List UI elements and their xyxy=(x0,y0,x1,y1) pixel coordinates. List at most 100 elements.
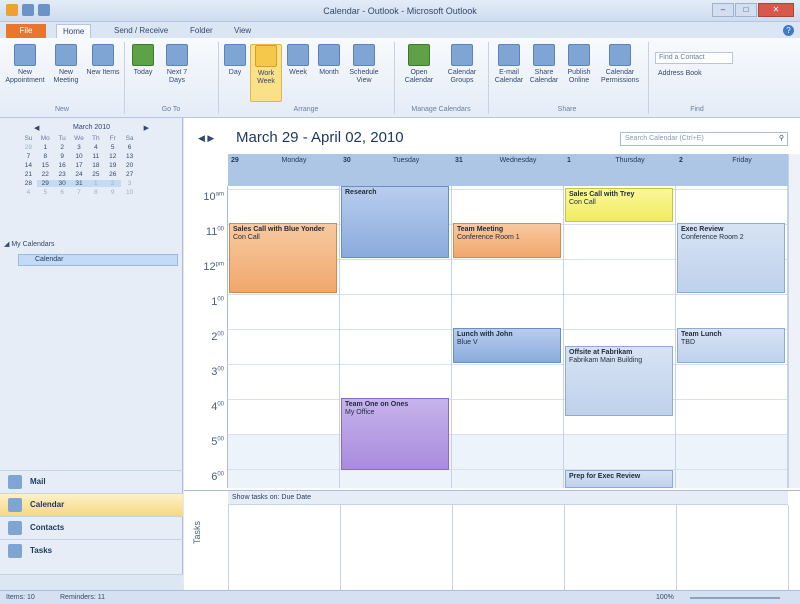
appointment[interactable]: Research xyxy=(341,186,449,258)
new-meeting-button[interactable]: New Meeting xyxy=(48,44,84,102)
appointment[interactable]: Team Lunch TBD xyxy=(677,328,785,363)
mini-day[interactable]: 17 xyxy=(71,162,88,169)
next-month-icon[interactable]: ▶ xyxy=(144,124,149,132)
time-grid[interactable]: 10am 1100 12pm 100 200 300 400 500 600 Research S… xyxy=(184,186,788,488)
mini-day[interactable]: 4 xyxy=(20,189,37,196)
schedule-view-button[interactable]: Schedule View xyxy=(346,44,382,102)
forward-arrow-icon[interactable]: ▶ xyxy=(207,133,214,143)
mini-day[interactable]: 7 xyxy=(71,189,88,196)
nav-mail[interactable]: Mail xyxy=(0,470,183,493)
month-view-button[interactable]: Month xyxy=(314,44,344,102)
calendar-permissions-button[interactable]: Calendar Permissions xyxy=(598,44,642,102)
appointment[interactable]: Sales Call with Trey Con Call xyxy=(565,188,673,222)
mini-day[interactable]: 21 xyxy=(20,171,37,178)
mini-day[interactable]: 11 xyxy=(87,153,104,160)
new-appointment-button[interactable]: New Appointment xyxy=(4,44,46,102)
mini-day[interactable]: 13 xyxy=(121,153,138,160)
mini-day[interactable]: 28 xyxy=(20,180,37,187)
publish-online-button[interactable]: Publish Online xyxy=(562,44,596,102)
mini-day[interactable]: 25 xyxy=(87,171,104,178)
mini-day[interactable]: 16 xyxy=(54,162,71,169)
appointment[interactable]: Lunch with John Blue V xyxy=(453,328,561,363)
mini-day[interactable]: 28 xyxy=(20,144,37,151)
open-calendar-button[interactable]: Open Calendar xyxy=(398,44,440,102)
appointment[interactable]: Offsite at Fabrikam Fabrikam Main Buildin… xyxy=(565,346,673,416)
help-icon[interactable]: ? xyxy=(783,25,794,36)
mini-day[interactable]: 30 xyxy=(53,180,71,187)
reminders-count[interactable]: Reminders: 11 xyxy=(60,591,105,604)
mini-day[interactable]: 18 xyxy=(87,162,104,169)
mini-day[interactable]: 6 xyxy=(121,144,138,151)
appointment[interactable]: Team One on Ones My Office xyxy=(341,398,449,470)
prev-month-icon[interactable]: ◀ xyxy=(34,124,39,132)
calendar-list-item[interactable]: Calendar xyxy=(18,254,178,266)
day-header-wednesday[interactable]: 31 Wednesday xyxy=(452,154,564,168)
share-calendar-button[interactable]: Share Calendar xyxy=(528,44,560,102)
tab-file[interactable]: File xyxy=(6,24,46,38)
mini-day[interactable]: 9 xyxy=(54,153,71,160)
mini-day[interactable]: 2 xyxy=(104,180,122,187)
mini-day[interactable]: 14 xyxy=(20,162,37,169)
mini-day[interactable]: 5 xyxy=(37,189,54,196)
mini-day[interactable]: 19 xyxy=(104,162,121,169)
today-button[interactable]: Today xyxy=(128,44,158,102)
day-header-friday[interactable]: 2 Friday xyxy=(676,154,788,168)
mini-day[interactable]: 22 xyxy=(37,171,54,178)
week-view-button[interactable]: Week xyxy=(284,44,312,102)
mini-day[interactable]: 1 xyxy=(37,144,54,151)
mini-day[interactable]: 1 xyxy=(87,180,105,187)
tab-folder[interactable]: Folder xyxy=(184,24,219,38)
search-input[interactable]: Search Calendar (Ctrl+E) ⚲ xyxy=(620,132,788,146)
mini-day[interactable]: 10 xyxy=(121,189,138,196)
tab-view[interactable]: View xyxy=(228,24,257,38)
mini-day[interactable]: 6 xyxy=(54,189,71,196)
back-arrow-icon[interactable]: ◀ xyxy=(198,133,207,143)
mini-day[interactable]: 9 xyxy=(104,189,121,196)
mini-day[interactable]: 10 xyxy=(71,153,88,160)
show-tasks-bar[interactable]: Show tasks on: Due Date xyxy=(228,491,788,505)
mini-day[interactable]: 24 xyxy=(71,171,88,178)
vertical-scrollbar[interactable] xyxy=(788,154,800,488)
day-column[interactable] xyxy=(564,186,676,488)
maximize-icon[interactable]: □ xyxy=(735,3,757,17)
mini-day[interactable]: 15 xyxy=(37,162,54,169)
search-icon[interactable]: ⚲ xyxy=(779,133,784,145)
mini-day[interactable]: 3 xyxy=(121,180,138,187)
tab-home[interactable]: Home xyxy=(56,24,92,38)
mini-day[interactable]: 12 xyxy=(104,153,121,160)
appointment[interactable]: Sales Call with Blue Yonder Con Call xyxy=(229,223,337,293)
day-header-thursday[interactable]: 1 Thursday xyxy=(564,154,676,168)
day-header-monday[interactable]: 29 Monday xyxy=(228,154,340,168)
calendar-groups-button[interactable]: Calendar Groups xyxy=(442,44,482,102)
appointment[interactable]: Team Meeting Conference Room 1 xyxy=(453,223,561,258)
mini-day[interactable]: 8 xyxy=(87,189,104,196)
minimize-icon[interactable]: – xyxy=(712,3,734,17)
mini-day[interactable]: 5 xyxy=(104,144,121,151)
mini-day[interactable]: 2 xyxy=(54,144,71,151)
mini-day[interactable]: 31 xyxy=(70,180,88,187)
new-items-button[interactable]: New Items xyxy=(86,44,120,102)
mini-day[interactable]: 29 xyxy=(36,180,54,187)
my-calendars-heading[interactable]: ◢ My Calendars xyxy=(4,240,55,248)
mini-day[interactable]: 20 xyxy=(121,162,138,169)
mini-day[interactable]: 7 xyxy=(20,153,37,160)
close-icon[interactable]: ✕ xyxy=(758,3,794,17)
mini-day[interactable]: 8 xyxy=(37,153,54,160)
day-view-button[interactable]: Day xyxy=(222,44,248,102)
day-header-tuesday[interactable]: 30 Tuesday xyxy=(340,154,452,168)
mini-day[interactable]: 3 xyxy=(71,144,88,151)
mini-day[interactable]: 23 xyxy=(54,171,71,178)
find-contact-input[interactable]: Find a Contact xyxy=(655,52,733,64)
nav-calendar[interactable]: Calendar xyxy=(0,493,183,516)
next-7-days-button[interactable]: Next 7 Days xyxy=(160,44,194,102)
tab-send-receive[interactable]: Send / Receive xyxy=(108,24,174,38)
mini-day[interactable]: 27 xyxy=(121,171,138,178)
email-calendar-button[interactable]: E-mail Calendar xyxy=(492,44,526,102)
mini-day[interactable]: 26 xyxy=(104,171,121,178)
mini-day[interactable]: 4 xyxy=(87,144,104,151)
zoom-slider[interactable] xyxy=(690,597,780,599)
nav-contacts[interactable]: Contacts xyxy=(0,516,183,539)
address-book-button[interactable]: Address Book xyxy=(658,70,702,77)
nav-tasks[interactable]: Tasks xyxy=(0,539,183,562)
appointment[interactable]: Prep for Exec Review xyxy=(565,470,673,488)
